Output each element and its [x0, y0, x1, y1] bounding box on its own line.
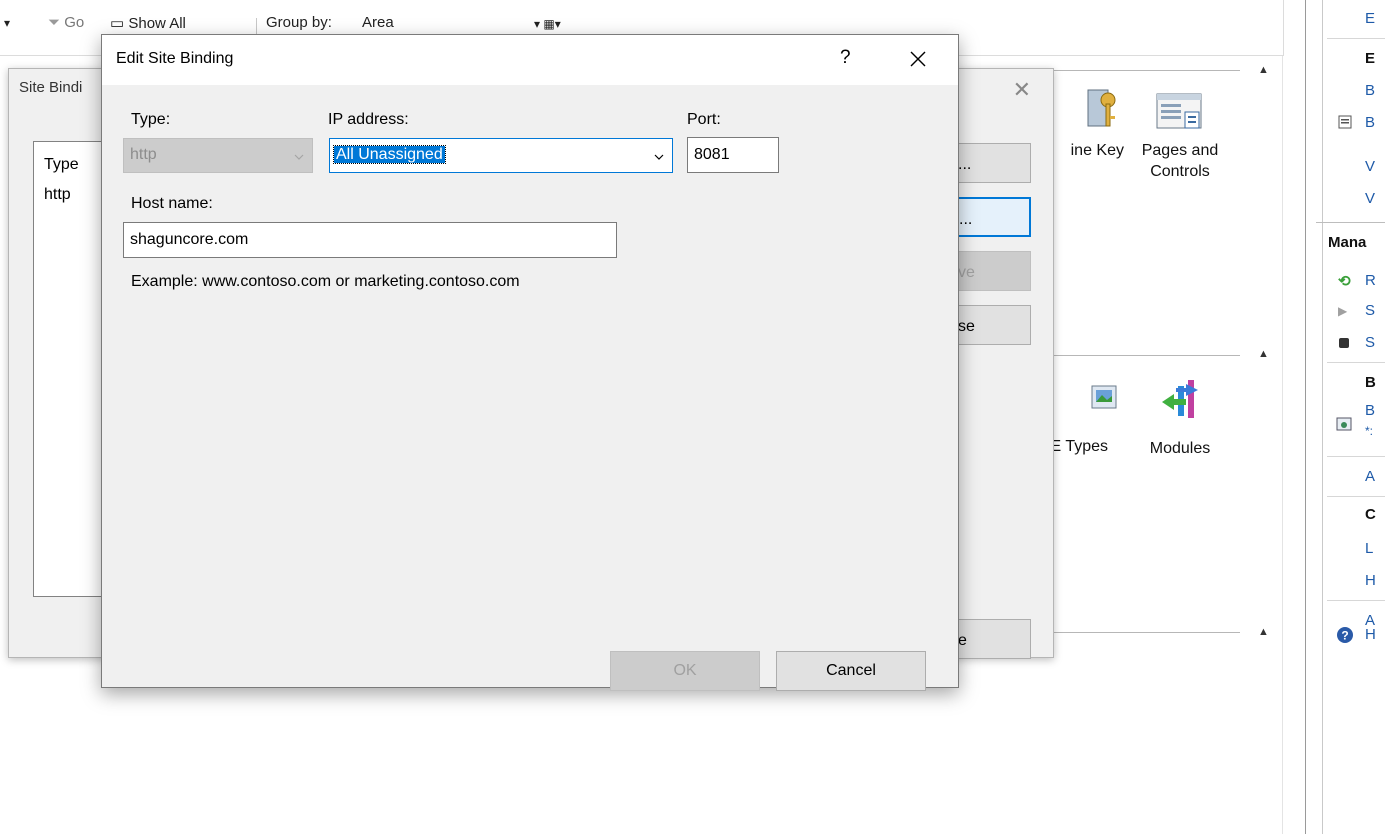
edit-site-binding-dialog: Edit Site Binding ? Type: http IP addres…	[101, 34, 959, 691]
port-input[interactable]	[688, 138, 778, 172]
dropdown-arrow-icon[interactable]: ▾	[4, 16, 10, 30]
pages-controls-icon	[1155, 92, 1205, 134]
action-link[interactable]: H	[1365, 572, 1376, 589]
svg-text:?: ?	[1341, 629, 1348, 643]
action-link[interactable]: S	[1365, 302, 1375, 319]
start-icon: ▶	[1338, 304, 1348, 318]
action-link[interactable]: S	[1365, 334, 1375, 351]
table-row[interactable]: http	[44, 186, 71, 204]
action-link[interactable]: B	[1365, 114, 1375, 131]
browse-icon	[1336, 416, 1352, 431]
action-divider	[1327, 362, 1385, 363]
ip-address-label: IP address:	[328, 111, 409, 128]
host-name-field[interactable]	[123, 222, 617, 258]
port-field[interactable]	[687, 137, 779, 173]
collapse-group-icon[interactable]: ▲	[1258, 626, 1269, 638]
action-link[interactable]: H	[1365, 626, 1376, 643]
help-button[interactable]: ?	[840, 47, 851, 69]
action-link[interactable]: A	[1365, 468, 1375, 485]
example-hint: Example: www.contoso.com or marketing.co…	[131, 273, 520, 290]
action-link[interactable]: B	[1365, 82, 1375, 99]
restart-icon: ⟲	[1338, 273, 1351, 290]
action-link[interactable]: E	[1365, 10, 1375, 27]
stop-icon	[1338, 336, 1352, 350]
document-icon	[1338, 115, 1352, 129]
feature-pages-and-controls[interactable]: Pages and Controls	[1120, 92, 1240, 182]
filter-go-button[interactable]: ⏷ Go	[48, 14, 84, 31]
action-link[interactable]: B	[1365, 402, 1375, 419]
type-label: Type:	[131, 111, 171, 128]
chevron-down-icon	[654, 154, 664, 160]
dialog-title: Edit Site Binding	[116, 50, 234, 67]
ok-button[interactable]: OK	[610, 651, 760, 691]
view-mode-button[interactable]: ▾ ▦▾	[534, 17, 561, 31]
column-header-type[interactable]: Type	[44, 156, 79, 174]
action-link[interactable]: L	[1365, 540, 1373, 557]
feature-modules[interactable]: Modules	[1120, 376, 1240, 459]
machine-key-icon	[1060, 89, 1116, 128]
host-name-label: Host name:	[131, 195, 213, 212]
collapse-group-icon[interactable]: ▲	[1258, 64, 1269, 76]
dialog-title: Site Bindi	[19, 79, 83, 96]
type-select[interactable]: http	[123, 138, 313, 173]
chevron-down-icon	[294, 154, 304, 160]
collapse-group-icon[interactable]: ▲	[1258, 348, 1269, 360]
show-all-icon: ▭	[110, 15, 125, 32]
mime-types-icon	[1060, 382, 1117, 418]
action-link[interactable]: V	[1365, 190, 1375, 207]
group-by-label: Group by:	[266, 14, 332, 31]
action-divider	[1327, 600, 1385, 601]
action-link[interactable]: R	[1365, 272, 1376, 289]
group-by-select[interactable]: Area	[362, 14, 394, 31]
close-icon	[910, 51, 926, 67]
vertical-scrollbar[interactable]	[1282, 56, 1283, 834]
action-divider	[1327, 38, 1385, 39]
dialog-titlebar: Edit Site Binding ?	[102, 35, 958, 85]
action-divider	[1327, 456, 1385, 457]
modules-icon	[1158, 376, 1202, 424]
port-label: Port:	[687, 111, 721, 128]
action-section-manage: Mana	[1328, 234, 1367, 251]
action-divider	[1327, 496, 1385, 497]
pane-border	[1322, 0, 1323, 834]
action-link-sub: *:	[1365, 424, 1374, 438]
close-button[interactable]	[898, 43, 938, 75]
action-link[interactable]: V	[1365, 158, 1375, 175]
cancel-button[interactable]: Cancel	[776, 651, 926, 691]
action-heading: E	[1365, 50, 1376, 67]
close-icon[interactable]: ✕	[1013, 77, 1031, 103]
help-icon: ?	[1336, 626, 1353, 643]
action-divider	[1316, 222, 1385, 223]
action-heading: C	[1365, 506, 1376, 523]
filter-icon: ⏷	[48, 14, 61, 31]
show-all-button[interactable]: ▭ Show All	[110, 14, 186, 32]
host-name-input[interactable]	[124, 223, 616, 257]
action-heading: B	[1365, 374, 1376, 391]
ip-address-select[interactable]: All Unassigned	[329, 138, 673, 173]
